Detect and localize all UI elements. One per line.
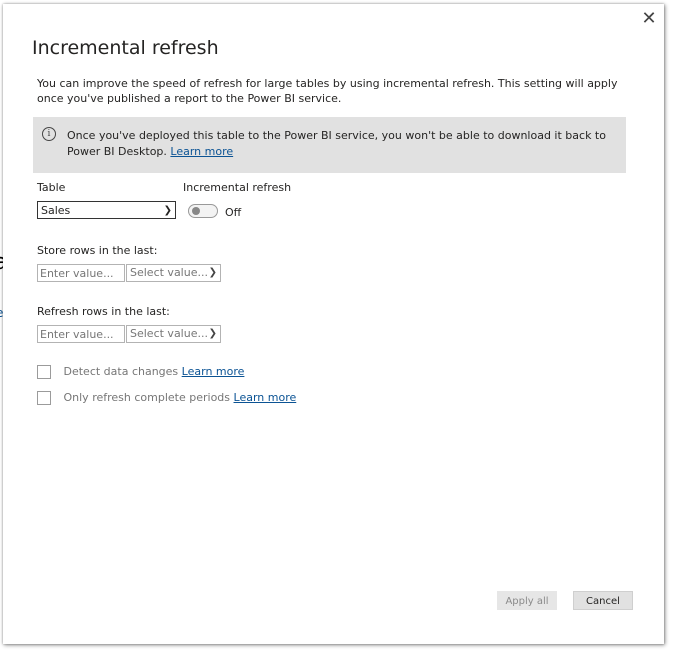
refresh-rows-input[interactable] bbox=[37, 325, 125, 343]
dialog-title: Incremental refresh bbox=[32, 37, 219, 59]
dialog-description: You can improve the speed of refresh for… bbox=[37, 77, 618, 105]
incremental-refresh-label: Incremental refresh bbox=[183, 181, 292, 194]
incremental-refresh-dialog: ✕ Incremental refresh You can improve th… bbox=[3, 4, 664, 644]
table-select[interactable]: Sales ❯ bbox=[37, 201, 176, 219]
table-label: Table bbox=[37, 181, 66, 194]
detect-data-changes-checkbox[interactable] bbox=[37, 365, 51, 379]
complete-periods-checkbox[interactable] bbox=[37, 391, 51, 405]
store-rows-input[interactable] bbox=[37, 264, 125, 282]
chevron-down-icon: ❯ bbox=[208, 328, 217, 339]
cancel-button[interactable]: Cancel bbox=[573, 591, 633, 610]
refresh-rows-label: Refresh rows in the last: bbox=[37, 305, 170, 318]
detect-learn-more-link[interactable]: Learn more bbox=[182, 365, 245, 378]
info-text: Once you've deployed this table to the P… bbox=[67, 129, 606, 158]
store-rows-label: Store rows in the last: bbox=[37, 244, 158, 257]
complete-learn-more-link[interactable]: Learn more bbox=[234, 391, 297, 404]
toggle-state-label: Off bbox=[225, 206, 242, 219]
chevron-down-icon: ❯ bbox=[208, 267, 217, 278]
store-rows-period-select[interactable]: Select value... ❯ bbox=[126, 264, 221, 282]
learn-more-link[interactable]: Learn more bbox=[170, 145, 233, 158]
toggle-knob bbox=[192, 207, 200, 215]
chevron-down-icon: ❯ bbox=[163, 205, 172, 216]
incremental-refresh-toggle[interactable] bbox=[188, 204, 218, 218]
detect-data-changes-row: Detect data changes Learn more bbox=[37, 365, 244, 379]
complete-periods-row: Only refresh complete periods Learn more bbox=[37, 391, 296, 405]
info-icon: i bbox=[42, 127, 56, 141]
info-banner: i Once you've deployed this table to the… bbox=[33, 117, 626, 173]
close-icon[interactable]: ✕ bbox=[640, 10, 658, 28]
apply-all-button[interactable]: Apply all bbox=[497, 591, 557, 610]
refresh-rows-period-select[interactable]: Select value... ❯ bbox=[126, 325, 221, 343]
